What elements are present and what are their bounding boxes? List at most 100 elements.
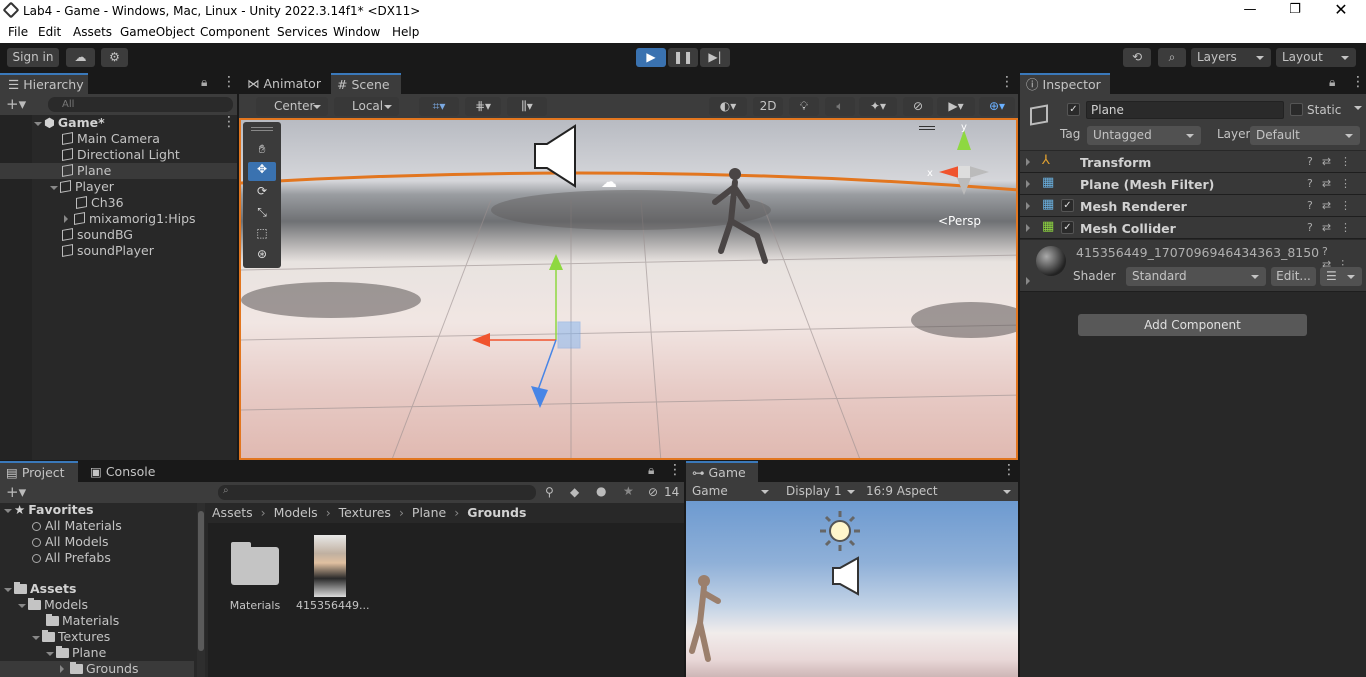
- project-search-input[interactable]: ⌕: [218, 485, 536, 500]
- component-mesh-collider[interactable]: ▦ ✓ Mesh Collider ?⇄⋮: [1020, 217, 1366, 239]
- scene-options-icon[interactable]: ⋮: [222, 114, 236, 130]
- component-mesh-filter[interactable]: ▦ Plane (Mesh Filter) ?⇄⋮: [1020, 173, 1366, 195]
- pause-button[interactable]: ❚❚: [668, 48, 698, 67]
- edit-shader-button[interactable]: Edit...: [1271, 267, 1316, 286]
- menu-window[interactable]: Window: [333, 25, 380, 39]
- hierarchy-item-hips[interactable]: mixamorig1:Hips: [64, 211, 196, 227]
- folder-materials[interactable]: Materials: [46, 613, 119, 629]
- aspect-dropdown[interactable]: 16:9 Aspect: [860, 482, 1018, 501]
- hierarchy-item-plane[interactable]: Plane: [0, 163, 237, 179]
- chevron-right-icon[interactable]: [1026, 224, 1034, 232]
- component-transform[interactable]: ⅄ Transform ?⇄⋮: [1020, 151, 1366, 173]
- chevron-right-icon[interactable]: [1026, 158, 1034, 166]
- add-component-button[interactable]: Add Component: [1078, 314, 1307, 336]
- breadcrumb-item[interactable]: Textures: [339, 505, 391, 520]
- move-tool-icon[interactable]: ✥: [248, 162, 276, 181]
- move-gizmo[interactable]: [466, 250, 586, 420]
- component-actions-icon[interactable]: ?⇄⋮: [1307, 155, 1360, 168]
- chevron-right-icon[interactable]: [1026, 180, 1034, 188]
- hierarchy-item-soundbg[interactable]: soundBG: [62, 227, 133, 243]
- collab-icon[interactable]: ⚙: [101, 48, 128, 67]
- chevron-down-icon[interactable]: [32, 636, 40, 644]
- menu-help[interactable]: Help: [392, 25, 419, 39]
- step-button[interactable]: ▶|: [700, 48, 730, 67]
- active-checkbox[interactable]: ✓: [1067, 103, 1080, 116]
- orientation-gizmo[interactable]: y x: [919, 120, 1009, 210]
- favorite-all-prefabs[interactable]: All Prefabs: [32, 550, 111, 566]
- chevron-down-icon[interactable]: [34, 122, 42, 130]
- folder-textures[interactable]: Textures: [32, 629, 110, 645]
- toggle-2d-button[interactable]: 2D: [753, 97, 783, 116]
- asset-texture-image[interactable]: 415356449...: [296, 535, 369, 621]
- breadcrumb-item[interactable]: Assets: [212, 505, 253, 520]
- favorite-all-materials[interactable]: All Materials: [32, 518, 122, 534]
- scene-more-icon[interactable]: ⋮: [1000, 74, 1014, 90]
- add-icon[interactable]: +▾: [6, 95, 26, 113]
- history-icon[interactable]: ⟲: [1123, 48, 1151, 67]
- perspective-label[interactable]: <Persp: [938, 214, 981, 228]
- game-viewport[interactable]: [686, 501, 1018, 677]
- restore-button[interactable]: ❐: [1285, 2, 1305, 20]
- hierarchy-item-ch36[interactable]: Ch36: [76, 195, 124, 211]
- effects-icon[interactable]: ✦▾: [859, 97, 897, 116]
- tab-inspector[interactable]: ⓘ Inspector: [1020, 73, 1110, 94]
- shading-mode-icon[interactable]: ◐▾: [709, 97, 747, 116]
- camera-icon[interactable]: ▶▾: [937, 97, 975, 116]
- minimize-button[interactable]: —: [1240, 2, 1260, 20]
- menu-edit[interactable]: Edit: [38, 25, 61, 39]
- menu-services[interactable]: Services: [277, 25, 328, 39]
- space-dropdown[interactable]: Local: [334, 97, 399, 116]
- chevron-down-icon[interactable]: [4, 588, 12, 596]
- tree-scrollbar[interactable]: [197, 503, 205, 677]
- chevron-right-icon[interactable]: [1026, 202, 1034, 210]
- lighting-icon[interactable]: 💡︎: [789, 97, 819, 116]
- gizmos-icon[interactable]: ⊕▾: [979, 97, 1015, 116]
- gizmo-handle-icon[interactable]: [919, 126, 935, 130]
- project-lock-icon[interactable]: 🔒︎: [648, 463, 654, 478]
- filter-log-icon[interactable]: ●: [596, 484, 606, 498]
- chevron-right-icon[interactable]: [60, 665, 68, 673]
- cloud-icon[interactable]: ☁: [66, 48, 95, 67]
- object-name-field[interactable]: Plane: [1086, 101, 1284, 119]
- audio-source-icon[interactable]: [531, 124, 581, 188]
- game-more-icon[interactable]: ⋮: [1002, 462, 1016, 478]
- hidden-objects-icon[interactable]: ⊘: [903, 97, 933, 116]
- breadcrumb-item[interactable]: Grounds: [467, 505, 526, 520]
- player-character[interactable]: [707, 166, 777, 276]
- game-mode-dropdown[interactable]: Game: [686, 482, 776, 501]
- hierarchy-search-input[interactable]: All: [48, 97, 233, 112]
- hierarchy-item-player[interactable]: Player: [50, 179, 114, 195]
- chevron-down-icon[interactable]: [4, 509, 12, 517]
- component-actions-icon[interactable]: ?⇄⋮: [1307, 177, 1360, 190]
- component-actions-icon[interactable]: ?⇄⋮: [1307, 221, 1360, 234]
- tab-console[interactable]: ▣ Console: [84, 461, 164, 482]
- tab-game[interactable]: ⊶ Game: [686, 461, 758, 482]
- rotate-tool-icon[interactable]: ⟳: [250, 184, 274, 202]
- menu-assets[interactable]: Assets: [73, 25, 112, 39]
- static-dropdown-icon[interactable]: [1354, 106, 1362, 114]
- hand-tool-icon[interactable]: ✋︎: [250, 142, 274, 160]
- tag-dropdown[interactable]: Untagged: [1087, 126, 1201, 145]
- inspector-more-icon[interactable]: ⋮: [1351, 74, 1365, 90]
- chevron-down-icon[interactable]: [46, 652, 54, 660]
- menu-gameobject[interactable]: GameObject: [120, 25, 195, 39]
- tab-hierarchy[interactable]: ☰ Hierarchy: [0, 73, 88, 94]
- scale-tool-icon[interactable]: ⤡: [250, 205, 274, 223]
- breadcrumb-item[interactable]: Models: [274, 505, 318, 520]
- shader-dropdown[interactable]: Standard: [1126, 267, 1266, 286]
- favorite-star-icon[interactable]: ★: [623, 484, 634, 498]
- more-options-icon[interactable]: ⋮: [222, 74, 236, 90]
- create-asset-icon[interactable]: +▾: [6, 483, 26, 501]
- play-button[interactable]: ▶: [636, 48, 666, 67]
- chevron-right-icon[interactable]: [64, 215, 72, 223]
- mesh-collider-checkbox[interactable]: ✓: [1061, 221, 1074, 234]
- assets-header[interactable]: Assets: [4, 581, 76, 597]
- hidden-packages-icon[interactable]: ⊘: [648, 485, 658, 499]
- search-icon[interactable]: ⌕: [1158, 48, 1186, 67]
- favorite-all-models[interactable]: All Models: [32, 534, 109, 550]
- hierarchy-item-directional-light[interactable]: Directional Light: [62, 147, 180, 163]
- folder-models[interactable]: Models: [18, 597, 88, 613]
- tab-animator[interactable]: ⋈ Animator: [241, 73, 327, 94]
- hierarchy-item-soundplayer[interactable]: soundPlayer: [62, 243, 154, 259]
- tab-scene[interactable]: # Scene: [331, 73, 401, 94]
